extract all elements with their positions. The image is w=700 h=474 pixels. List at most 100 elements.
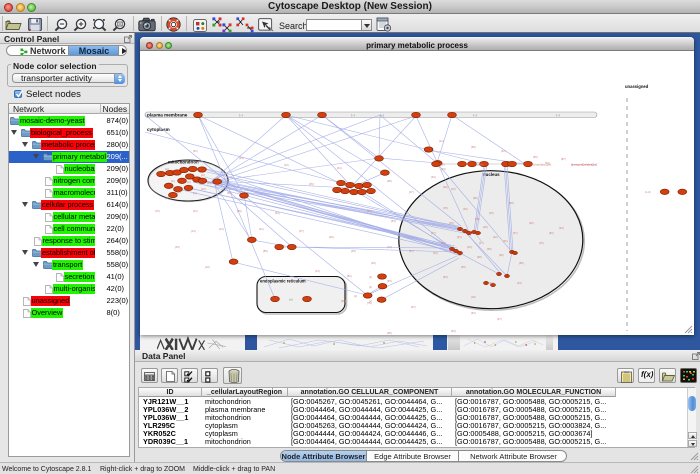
svg-text:[13]: [13] (219, 227, 224, 231)
svg-text:[24]: [24] (239, 156, 244, 160)
svg-text:[56]: [56] (461, 265, 466, 269)
svg-text:[14]: [14] (191, 229, 196, 233)
svg-text:[85]: [85] (237, 209, 242, 213)
svg-text:[78]: [78] (443, 206, 448, 210)
svg-text:[43]: [43] (441, 167, 446, 171)
svg-text:[er]: [er] (289, 297, 293, 301)
svg-text:cytoplasm: cytoplasm (147, 127, 170, 132)
svg-text:[85]: [85] (263, 249, 268, 253)
svg-text:[15]: [15] (539, 241, 544, 245)
svg-text:[58]: [58] (471, 145, 476, 149)
svg-text:plasma membrane: plasma membrane (147, 112, 188, 117)
svg-text:[cd][e]: [cd][e] (476, 162, 484, 166)
svg-text:[53]: [53] (391, 219, 396, 223)
svg-text:[87]: [87] (409, 249, 414, 253)
svg-text:unassigned: unassigned (625, 84, 649, 89)
svg-text:[37]: [37] (497, 317, 502, 321)
svg-text:[25]: [25] (489, 211, 494, 215)
svg-text:[56]: [56] (487, 247, 492, 251)
svg-text:[m]: [m] (165, 196, 169, 200)
svg-text:[chain][abc][de]: [chain][abc][de] (533, 162, 551, 166)
svg-text:[transport][related][xx]: [transport][related][xx] (571, 162, 597, 166)
svg-text:[35]: [35] (387, 279, 392, 283)
svg-text:[90]: [90] (499, 253, 504, 257)
svg-text:[80]: [80] (549, 231, 554, 235)
svg-text:[94]: [94] (559, 226, 564, 230)
svg-text:[23]: [23] (201, 187, 206, 191)
svg-text:[74]: [74] (387, 245, 392, 249)
svg-text:[64]: [64] (367, 209, 372, 213)
svg-text:[m]: [m] (193, 191, 197, 195)
svg-text:[s]: [s] (369, 299, 372, 303)
svg-text:[58]: [58] (509, 201, 514, 205)
svg-text:[67]: [67] (411, 305, 416, 309)
svg-text:[37]: [37] (299, 229, 304, 233)
svg-text:[m]: [m] (177, 190, 181, 194)
svg-text:[57]: [57] (513, 231, 518, 235)
svg-text:[n-d]: [n-d] (645, 190, 651, 194)
svg-text:[68]: [68] (473, 196, 478, 200)
svg-text:[m]: [m] (187, 180, 191, 184)
svg-text:[--]: [--] (351, 113, 355, 117)
svg-text:[m]: [m] (207, 181, 211, 185)
svg-text:[21]: [21] (439, 139, 444, 143)
svg-text:[39]: [39] (329, 235, 334, 239)
svg-text:[45]: [45] (351, 249, 356, 253)
svg-text:[96]: [96] (227, 191, 232, 195)
svg-text:[38]: [38] (387, 331, 392, 335)
svg-text:[64]: [64] (275, 211, 280, 215)
svg-text:[81]: [81] (347, 274, 352, 278)
svg-text:[--]: [--] (239, 113, 243, 117)
svg-text:[m]: [m] (181, 161, 185, 165)
svg-text:[63]: [63] (451, 329, 456, 333)
svg-text:[s]: [s] (369, 275, 372, 279)
svg-text:[45]: [45] (175, 245, 180, 249)
svg-text:[99]: [99] (443, 185, 448, 189)
svg-text:[--]: [--] (473, 113, 477, 117)
svg-text:[47]: [47] (479, 241, 484, 245)
svg-text:[22]: [22] (501, 149, 506, 153)
svg-text:[m]: [m] (165, 167, 169, 171)
svg-text:[m]: [m] (195, 160, 199, 164)
svg-text:[68]: [68] (477, 255, 482, 259)
svg-text:[87]: [87] (561, 157, 566, 161)
svg-text:[83]: [83] (443, 275, 448, 279)
svg-text:[m]: [m] (171, 179, 175, 183)
svg-text:[39]: [39] (483, 225, 488, 229)
svg-text:[53]: [53] (471, 311, 476, 315)
svg-text:[--]: [--] (556, 113, 560, 117)
svg-text:[58]: [58] (441, 241, 446, 245)
svg-text:[55]: [55] (533, 155, 538, 159)
svg-text:[34]: [34] (489, 281, 494, 285)
svg-text:[23]: [23] (517, 281, 522, 285)
svg-text:[s]: [s] (369, 285, 372, 289)
svg-text:[20]: [20] (433, 251, 438, 255)
svg-text:[10]: [10] (205, 265, 210, 269)
svg-text:[99]: [99] (341, 299, 346, 303)
svg-text:[41]: [41] (337, 166, 342, 170)
svg-text:[21]: [21] (259, 227, 264, 231)
svg-text:[39]: [39] (449, 221, 454, 225)
svg-text:[79]: [79] (155, 209, 160, 213)
svg-text:[30]: [30] (503, 239, 508, 243)
svg-text:[m]: [m] (201, 173, 205, 177)
svg-text:[13]: [13] (284, 163, 289, 167)
svg-text:[29]: [29] (371, 261, 376, 265)
svg-text:[13]: [13] (315, 269, 320, 273)
svg-text:[93]: [93] (291, 279, 296, 283)
svg-text:[91]: [91] (193, 149, 198, 153)
svg-text:[15]: [15] (451, 187, 456, 191)
svg-text:[45]: [45] (309, 182, 314, 186)
svg-text:[30]: [30] (431, 175, 436, 179)
svg-text:[20]: [20] (529, 221, 534, 225)
svg-text:[s]: [s] (354, 294, 357, 298)
svg-text:[18]: [18] (471, 295, 476, 299)
svg-text:[38]: [38] (387, 179, 392, 183)
svg-text:[91]: [91] (457, 235, 462, 239)
svg-text:[45]: [45] (467, 245, 472, 249)
svg-text:[21]: [21] (193, 209, 198, 213)
svg-text:[27]: [27] (409, 190, 414, 194)
svg-text:[ab]: [ab] (440, 162, 445, 166)
svg-text:[55]: [55] (475, 217, 480, 221)
svg-text:[89]: [89] (519, 261, 524, 265)
